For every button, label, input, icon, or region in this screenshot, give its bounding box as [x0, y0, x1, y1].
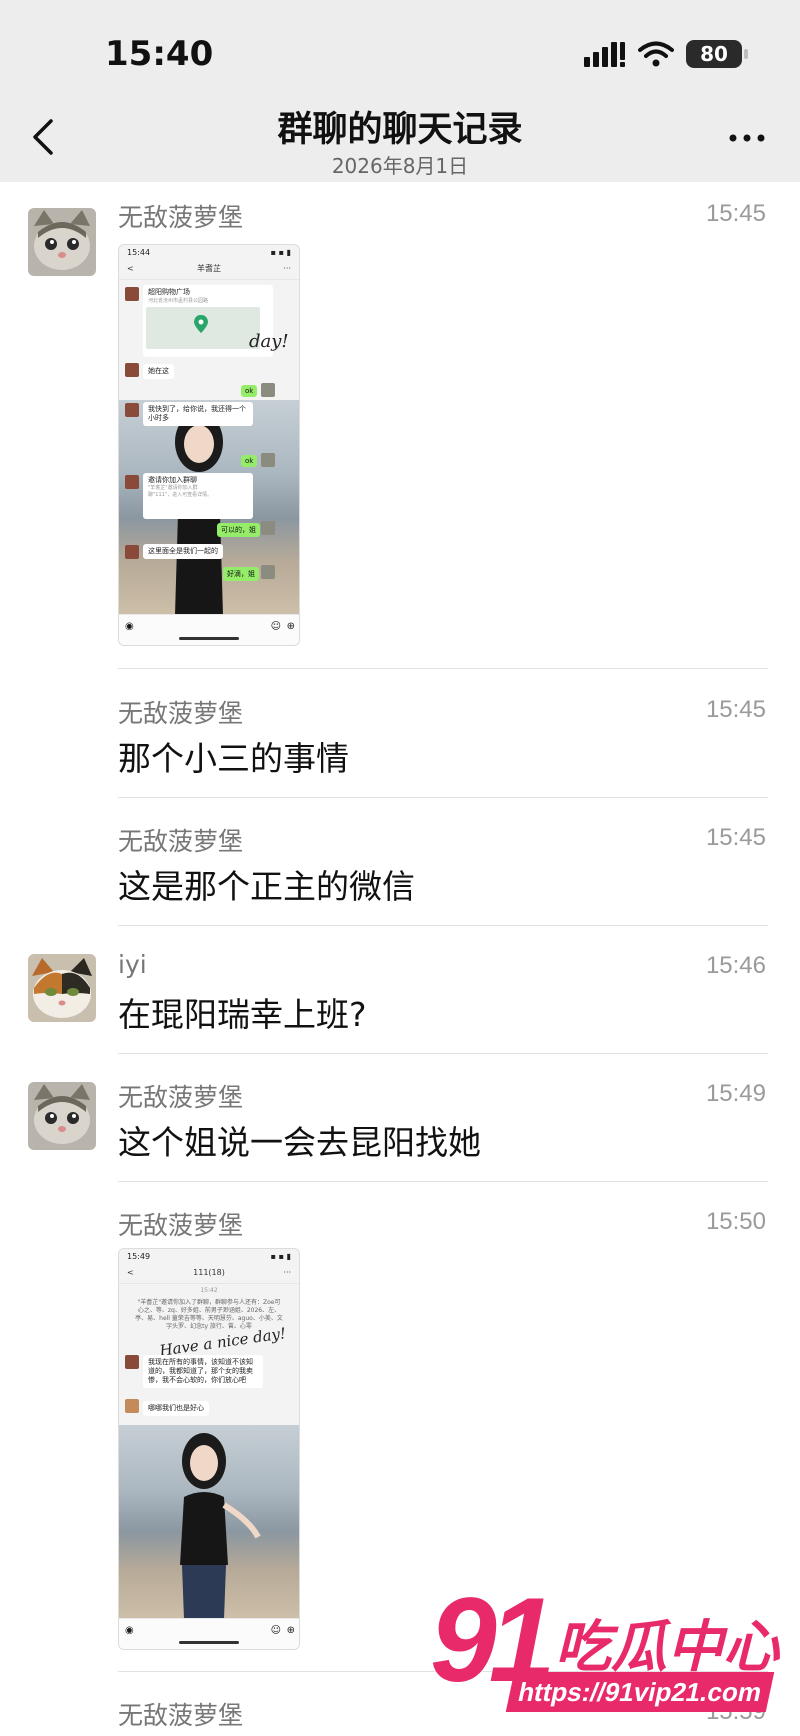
thumb-system-message: "羊耆芷"邀请你加入了群聊，群聊参与人还有：Zoe可心之、等、zq、好多姐、前男…	[135, 1299, 283, 1330]
mini-avatar	[125, 403, 139, 417]
thumb-status: 15:49 ▪ ▪ ▮	[119, 1249, 299, 1265]
cat-avatar-icon	[28, 1082, 96, 1150]
map-pin-icon	[194, 315, 208, 333]
thumb-input-bar: ◉ ☺ ⊕	[119, 1618, 299, 1649]
screenshot-image[interactable]: 15:49 ▪ ▪ ▮ <111(18) ··· 15:42 "羊耆芷"邀请你加入了…	[118, 1248, 300, 1650]
title-block: 群聊的聊天记录 2026年8月1日	[0, 108, 800, 178]
screenshot-image[interactable]: 15:44 ▪ ▪ ▮ < 羊耆芷 ··· 超阳购物广场 河北省沧州市孟村县公园路 d…	[118, 244, 300, 646]
mini-avatar	[125, 287, 139, 301]
thumb-bubble-green: 好滴，姐	[223, 567, 259, 581]
more-dots-icon	[729, 134, 765, 142]
mini-avatar	[261, 521, 275, 535]
location-address: 河北省沧州市孟村县公园路	[148, 298, 209, 304]
mini-avatar	[261, 383, 275, 397]
message-time: 15:46	[705, 952, 766, 979]
thumb-bubble-green: ok	[241, 455, 258, 467]
message-text: 这个姐说一会去昆阳找她	[118, 1123, 481, 1162]
status-icons: 80	[584, 38, 748, 70]
watermark-url: https://91vip21.com	[505, 1672, 775, 1712]
message-text: 在琨阳瑞幸上班?	[118, 995, 367, 1034]
thumb-bubble: 哪哪我们也是好心	[143, 1401, 209, 1416]
background-photo	[119, 1425, 299, 1619]
mini-avatar	[261, 453, 275, 467]
voice-icon: ◉	[125, 1625, 134, 1636]
handwriting-deco: day!	[249, 331, 289, 352]
watermark-logo: 91 吃瓜中心 https://91vip21.com	[430, 1580, 790, 1730]
plus-icon: ⊕	[286, 1625, 295, 1636]
thumb-bubble: 这里面全是我们一起的	[143, 544, 223, 559]
more-button[interactable]	[726, 120, 768, 156]
invite-desc: "羊耆芷"邀请你加入群聊"111"，进入可查看详情。	[148, 485, 213, 498]
mini-avatar	[261, 565, 275, 579]
thumb-bubble-green: 可以的，姐	[217, 523, 260, 537]
message-time: 15:45	[705, 824, 766, 851]
thumb-bubble-green: ok	[241, 385, 258, 397]
message-item[interactable]: iyi 15:46 在琨阳瑞幸上班?	[0, 926, 800, 1054]
thumb-title-text: 羊耆芷	[197, 264, 221, 273]
battery-indicator: 80	[686, 40, 748, 68]
message-text: 那个小三的事情	[118, 739, 349, 778]
mini-avatar	[125, 1399, 139, 1413]
cat-avatar-icon	[28, 954, 96, 1022]
avatar[interactable]	[28, 954, 96, 1022]
mini-avatar	[125, 363, 139, 377]
message-item[interactable]: 无敌菠萝堡 15:45 15:44 ▪ ▪ ▮ < 羊耆芷 ··· 超阳购物广场 河北…	[0, 190, 800, 670]
thumb-sys-time: 15:42	[200, 1287, 218, 1294]
page-title: 群聊的聊天记录	[277, 110, 523, 150]
thumb-bubble: 她在这	[143, 364, 174, 379]
plus-icon: ⊕	[286, 621, 295, 632]
thumb-time: 15:44	[127, 248, 151, 257]
nav-bar: 群聊的聊天记录 2026年8月1日	[0, 100, 800, 182]
map-preview	[146, 307, 260, 349]
signal-icon	[584, 42, 625, 67]
invite-card: 邀请你加入群聊 "羊耆芷"邀请你加入群聊"111"，进入可查看详情。	[143, 473, 253, 519]
page-date: 2026年8月1日	[331, 154, 469, 178]
message-item[interactable]: 无敌菠萝堡 15:45 那个小三的事情	[0, 670, 800, 798]
home-indicator	[179, 637, 239, 640]
status-bar: 15:40 80	[0, 0, 800, 100]
thumb-input-bar: ◉ ☺ ⊕	[119, 614, 299, 645]
sender-name: 无敌菠萝堡	[118, 1701, 244, 1730]
sender-name: 无敌菠萝堡	[118, 1083, 244, 1112]
message-item[interactable]: 无敌菠萝堡 15:45 这是那个正主的微信	[0, 798, 800, 926]
sender-name: 无敌菠萝堡	[118, 827, 244, 856]
message-time: 15:45	[705, 696, 766, 723]
avatar[interactable]	[28, 1082, 96, 1150]
sender-name: 无敌菠萝堡	[118, 203, 244, 232]
cat-avatar-icon	[28, 208, 96, 276]
emoji-icon: ☺	[270, 1625, 281, 1636]
wifi-icon	[638, 41, 674, 67]
thumb-time: 15:49	[127, 1252, 151, 1261]
thumb-status: 15:44 ▪ ▪ ▮	[119, 245, 299, 261]
message-text: 这是那个正主的微信	[118, 867, 415, 906]
message-time: 15:45	[705, 200, 766, 227]
invite-title: 邀请你加入群聊	[148, 476, 197, 484]
message-item[interactable]: 无敌菠萝堡 15:49 这个姐说一会去昆阳找她	[0, 1054, 800, 1182]
thumb-title: <111(18) ···	[119, 1265, 299, 1284]
avatar[interactable]	[28, 208, 96, 276]
location-title: 超阳购物广场	[148, 288, 190, 296]
message-time: 15:49	[705, 1080, 766, 1107]
thumb-bubble: 我现在所有的事情，该知道不该知道的，我都知道了，那个女的我卖惨，我不会心软的，你…	[143, 1355, 263, 1388]
thumb-bubble: 我快到了，给你说，我还得一个小时多	[143, 402, 253, 426]
woman-photo-icon	[180, 1433, 261, 1619]
watermark-text: 吃瓜中心	[555, 1615, 779, 1680]
sender-name: 无敌菠萝堡	[118, 699, 244, 728]
divider	[118, 668, 768, 669]
mini-avatar	[125, 545, 139, 559]
thumb-title: < 羊耆芷 ···	[119, 261, 299, 280]
home-indicator	[179, 1641, 239, 1644]
sender-name: iyi	[118, 950, 147, 979]
thumb-title-text: 111(18)	[193, 1268, 225, 1277]
sender-name: 无敌菠萝堡	[118, 1211, 244, 1240]
status-time: 15:40	[105, 34, 214, 74]
message-time: 15:50	[705, 1208, 766, 1235]
voice-icon: ◉	[125, 621, 134, 632]
mini-avatar	[125, 475, 139, 489]
emoji-icon: ☺	[270, 621, 281, 632]
mini-avatar	[125, 1355, 139, 1369]
